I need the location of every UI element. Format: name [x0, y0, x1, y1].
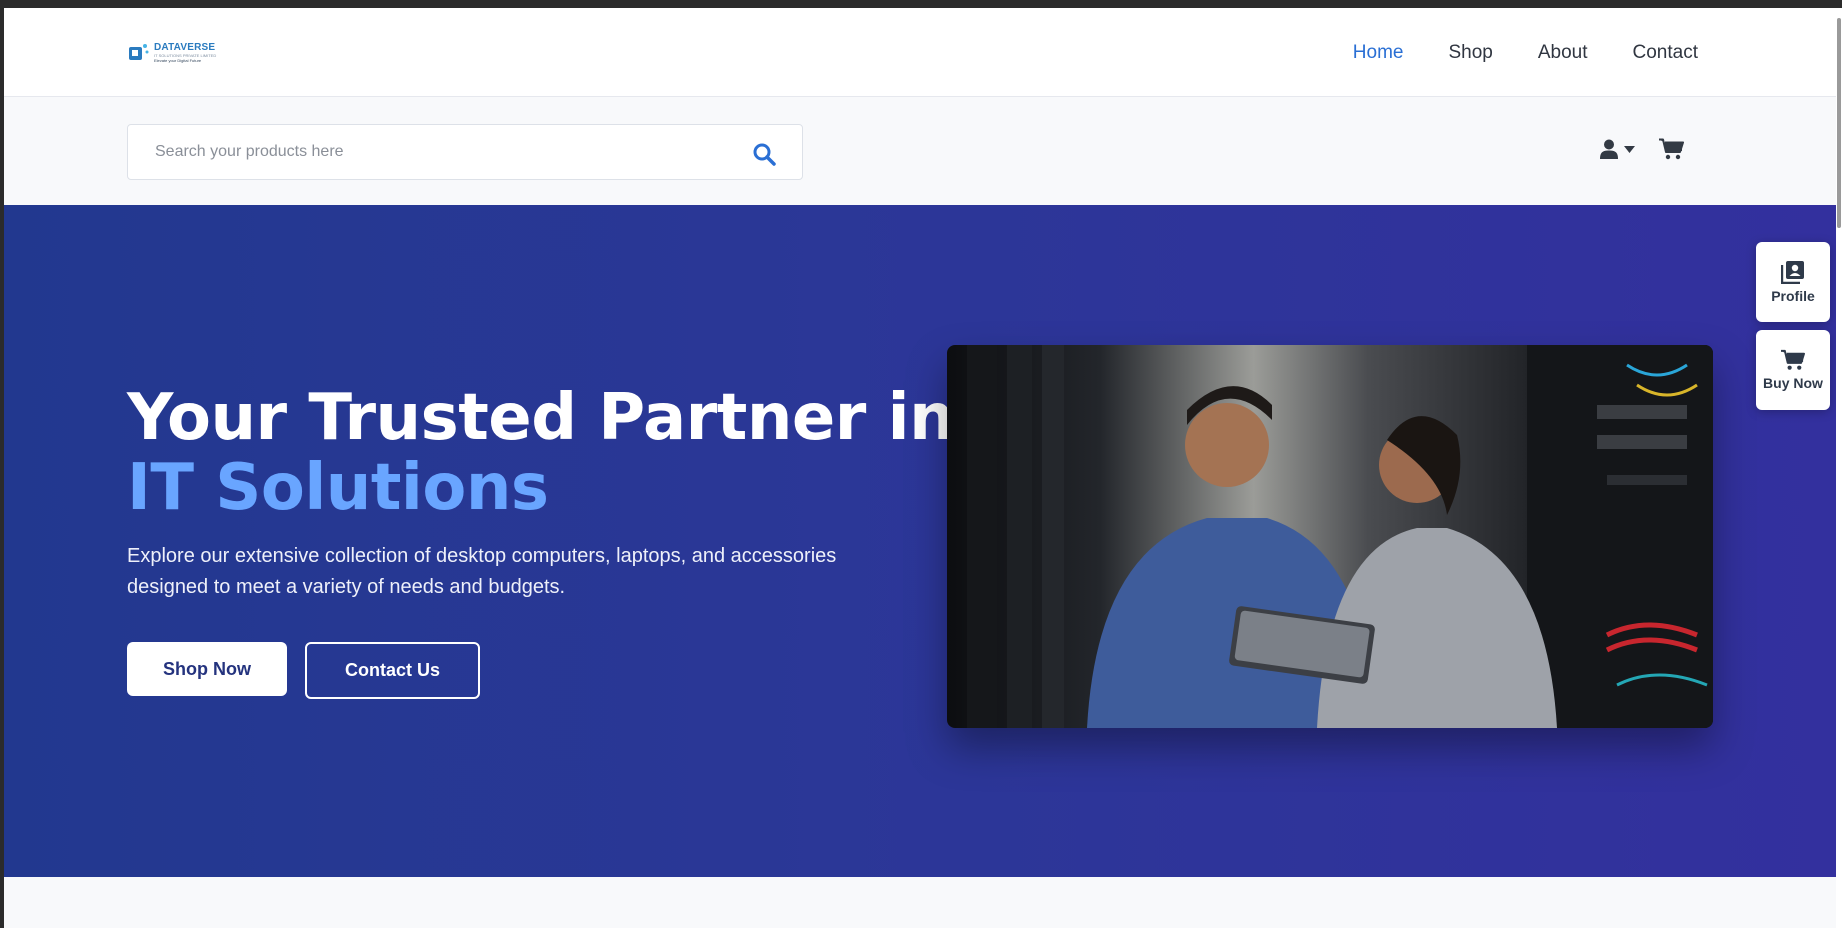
page-scrollbar[interactable]	[1836, 8, 1842, 928]
hero-title-line1: Your Trusted Partner in	[127, 381, 955, 455]
buy-now-label: Buy Now	[1763, 375, 1823, 391]
search-input[interactable]	[155, 143, 715, 161]
search-box	[127, 124, 803, 180]
caret-down-icon	[1624, 145, 1635, 153]
hero-section: Your Trusted Partner in IT Solutions Exp…	[4, 205, 1836, 877]
floating-buy-now-button[interactable]: Buy Now	[1756, 330, 1830, 410]
search-icon[interactable]	[752, 142, 776, 166]
brand-name: DATAVERSE	[154, 42, 216, 53]
floating-profile-button[interactable]: Profile	[1756, 242, 1830, 322]
user-icon	[1600, 139, 1618, 159]
search-bar-row	[4, 97, 1836, 205]
cart-icon	[1781, 349, 1805, 370]
account-dropdown[interactable]	[1600, 139, 1635, 159]
hero-description: Explore our extensive collection of desk…	[127, 545, 837, 598]
nav-about-link[interactable]: About	[1538, 42, 1588, 64]
header-actions	[1600, 138, 1684, 160]
contact-us-button[interactable]: Contact Us	[305, 642, 480, 699]
brand-tagline: Elevate your Digital Future	[154, 58, 202, 63]
next-section	[4, 877, 1836, 928]
shop-now-button[interactable]: Shop Now	[127, 642, 287, 696]
top-navbar: DATAVERSE IT SOLUTIONS PRIVATE LIMITED E…	[4, 8, 1836, 97]
profile-card-icon	[1781, 261, 1804, 284]
server-room-photo	[947, 345, 1713, 728]
hero-title: Your Trusted Partner in IT Solutions	[127, 381, 955, 525]
hero-title-highlight: IT Solutions	[127, 451, 549, 525]
logo-text: DATAVERSE IT SOLUTIONS PRIVATE LIMITED E…	[154, 43, 216, 63]
profile-label: Profile	[1771, 288, 1815, 304]
brand-logo[interactable]: DATAVERSE IT SOLUTIONS PRIVATE LIMITED E…	[128, 40, 216, 66]
nav-home-link[interactable]: Home	[1353, 42, 1404, 64]
hero-image	[947, 345, 1713, 728]
browser-viewport: DATAVERSE IT SOLUTIONS PRIVATE LIMITED E…	[4, 8, 1836, 928]
logo-mark-icon	[129, 44, 149, 60]
nav-shop-link[interactable]: Shop	[1448, 42, 1492, 64]
main-menu: Home Shop About Contact	[1353, 8, 1698, 97]
nav-contact-link[interactable]: Contact	[1633, 42, 1698, 64]
cart-icon[interactable]	[1659, 138, 1684, 160]
scrollbar-thumb[interactable]	[1837, 18, 1841, 228]
